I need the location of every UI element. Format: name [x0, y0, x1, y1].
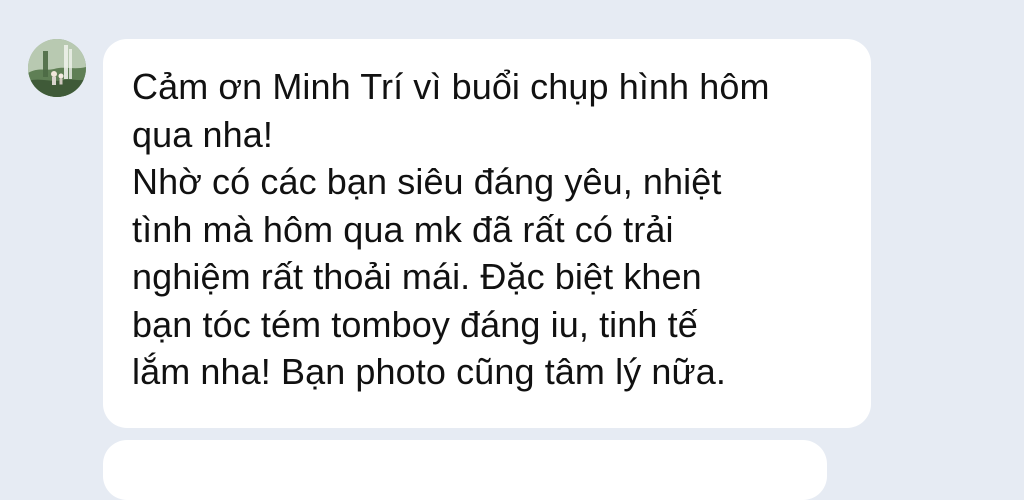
- message-bubble[interactable]: Cảm ơn Minh Trí vì buổi chụp hình hôm qu…: [103, 39, 871, 428]
- avatar-photo-icon: [28, 39, 86, 97]
- sender-avatar[interactable]: [28, 39, 86, 97]
- next-message-bubble-partial[interactable]: [103, 440, 827, 500]
- message-text: Cảm ơn Minh Trí vì buổi chụp hình hôm qu…: [132, 66, 770, 392]
